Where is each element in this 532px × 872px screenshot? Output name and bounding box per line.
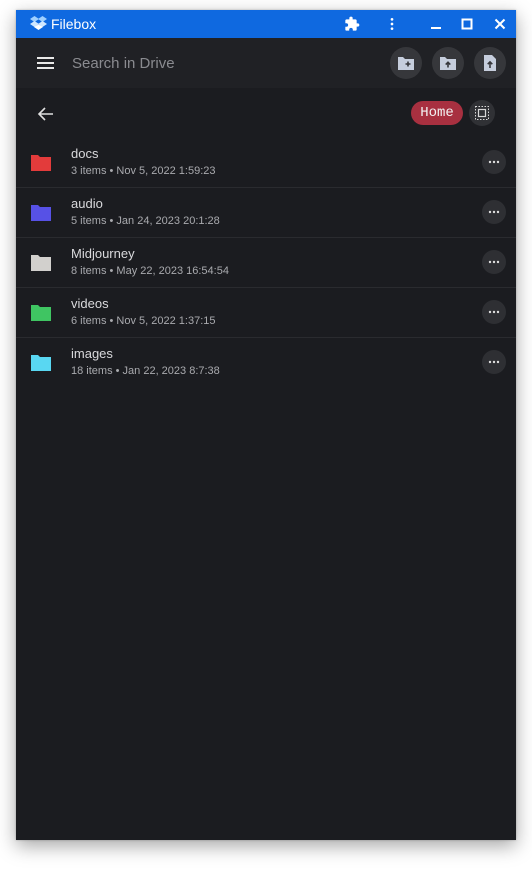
more-options-button[interactable] bbox=[482, 300, 506, 324]
back-button[interactable] bbox=[34, 102, 58, 126]
breadcrumb-home[interactable]: Home bbox=[411, 101, 463, 125]
more-horiz-icon bbox=[488, 210, 500, 214]
file-meta: 18 items • Jan 22, 2023 8:7:38 bbox=[71, 365, 220, 377]
file-row[interactable]: Midjourney 8 items • May 22, 2023 16:54:… bbox=[16, 238, 516, 288]
window-title: Filebox bbox=[51, 16, 97, 32]
arrow-left-icon bbox=[37, 107, 53, 121]
file-meta: 5 items • Jan 24, 2023 20:1:28 bbox=[71, 215, 220, 227]
close-icon[interactable] bbox=[490, 14, 510, 34]
file-name: Midjourney bbox=[71, 246, 135, 261]
file-name: docs bbox=[71, 146, 99, 161]
title-bar[interactable]: Filebox bbox=[16, 10, 516, 38]
file-row[interactable]: images 18 items • Jan 22, 2023 8:7:38 bbox=[16, 338, 516, 388]
folder-icon bbox=[31, 155, 51, 171]
more-options-button[interactable] bbox=[482, 150, 506, 174]
more-horiz-icon bbox=[488, 160, 500, 164]
folder-icon bbox=[31, 205, 51, 221]
folder-icon bbox=[31, 355, 51, 371]
minimize-icon[interactable] bbox=[426, 14, 446, 34]
more-horiz-icon bbox=[488, 260, 500, 264]
app-window: Filebox Search in Drive Home docs 3 item… bbox=[16, 10, 516, 840]
select-all-button[interactable] bbox=[469, 100, 495, 126]
file-name: images bbox=[71, 346, 113, 361]
new-folder-button[interactable] bbox=[390, 47, 422, 79]
more-options-button[interactable] bbox=[482, 350, 506, 374]
file-row[interactable]: docs 3 items • Nov 5, 2022 1:59:23 bbox=[16, 138, 516, 188]
more-horiz-icon bbox=[488, 360, 500, 364]
file-row[interactable]: videos 6 items • Nov 5, 2022 1:37:15 bbox=[16, 288, 516, 338]
hamburger-menu-icon[interactable] bbox=[34, 52, 58, 74]
file-name: audio bbox=[71, 196, 103, 211]
file-row[interactable]: audio 5 items • Jan 24, 2023 20:1:28 bbox=[16, 188, 516, 238]
upload-folder-button[interactable] bbox=[432, 47, 464, 79]
search-input[interactable] bbox=[72, 49, 372, 77]
top-bar bbox=[16, 38, 516, 88]
more-vert-icon[interactable] bbox=[382, 14, 402, 34]
upload-file-button[interactable] bbox=[474, 47, 506, 79]
folder-icon bbox=[31, 305, 51, 321]
extension-icon[interactable] bbox=[342, 14, 362, 34]
maximize-icon[interactable] bbox=[457, 14, 477, 34]
file-meta: 8 items • May 22, 2023 16:54:54 bbox=[71, 265, 229, 277]
more-options-button[interactable] bbox=[482, 200, 506, 224]
new-folder-icon bbox=[398, 57, 414, 70]
more-horiz-icon bbox=[488, 310, 500, 314]
more-options-button[interactable] bbox=[482, 250, 506, 274]
upload-folder-icon bbox=[440, 57, 456, 70]
file-name: videos bbox=[71, 296, 109, 311]
upload-file-icon bbox=[484, 55, 496, 71]
file-meta: 6 items • Nov 5, 2022 1:37:15 bbox=[71, 315, 216, 327]
dropbox-box-icon bbox=[30, 16, 47, 30]
file-meta: 3 items • Nov 5, 2022 1:59:23 bbox=[71, 165, 216, 177]
select-all-icon bbox=[475, 106, 489, 120]
file-list: docs 3 items • Nov 5, 2022 1:59:23 audio… bbox=[16, 138, 516, 388]
folder-icon bbox=[31, 255, 51, 271]
